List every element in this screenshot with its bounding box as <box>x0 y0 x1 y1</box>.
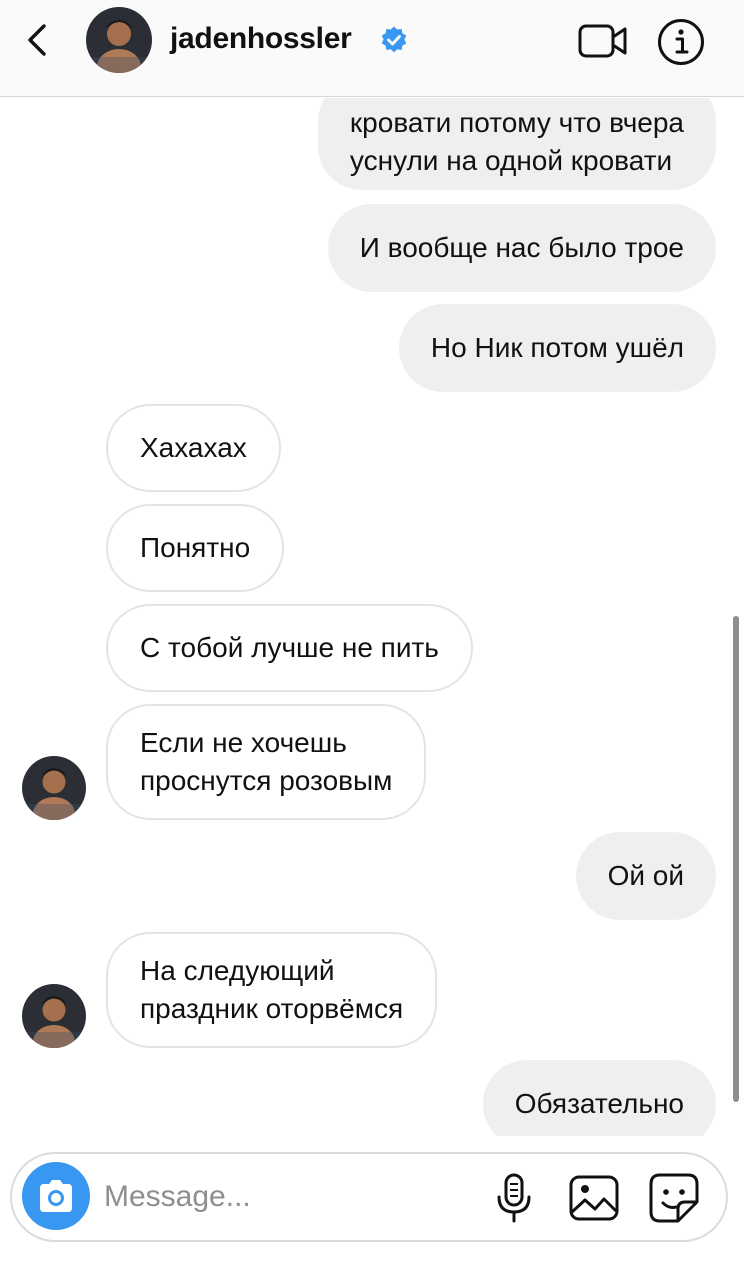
message-text: Понятно <box>140 532 251 563</box>
chat-username[interactable]: jadenhossler <box>170 22 352 56</box>
message-text: Если не хочешь <box>140 727 347 758</box>
sender-avatar[interactable] <box>22 756 86 820</box>
voice-message-button[interactable] <box>494 1172 534 1224</box>
message-bubble-incoming[interactable]: С тобой лучше не пить <box>106 604 473 692</box>
message-bubble-outgoing[interactable]: кровати потому что вчера уснули на одной… <box>317 98 716 190</box>
message-bubble-incoming[interactable]: Если не хочешь проснутся розовым <box>106 704 427 820</box>
message-text: Но Ник потом ушёл <box>430 332 684 363</box>
message-bubble-incoming[interactable]: На следующий праздник оторвёмся <box>106 932 438 1048</box>
chevron-left-icon <box>28 24 46 56</box>
gallery-button[interactable] <box>568 1172 620 1224</box>
message-text: И вообще нас было трое <box>359 232 684 263</box>
message-input[interactable] <box>104 1172 484 1222</box>
video-call-button[interactable] <box>577 22 629 60</box>
message-text: Обязательно <box>514 1088 684 1119</box>
verified-badge-icon <box>380 26 408 54</box>
scrollbar[interactable] <box>733 616 739 1102</box>
message-text: С тобой лучше не пить <box>140 632 439 663</box>
sender-avatar[interactable] <box>22 984 86 1048</box>
message-bubble-outgoing[interactable]: Обязательно <box>482 1060 716 1136</box>
info-button[interactable] <box>657 18 705 66</box>
info-icon <box>658 19 704 65</box>
gallery-icon <box>569 1175 619 1221</box>
header-avatar[interactable] <box>86 7 152 73</box>
message-text: На следующий <box>140 955 335 986</box>
video-camera-icon <box>578 24 627 58</box>
message-bubble-outgoing[interactable]: Ой ой <box>575 832 716 920</box>
message-text: проснутся розовым <box>140 765 393 796</box>
camera-icon <box>40 1180 72 1212</box>
sticker-button[interactable] <box>648 1172 700 1224</box>
back-button[interactable] <box>22 20 56 60</box>
message-text: уснули на одной кровати <box>349 145 673 176</box>
message-thread[interactable]: кровати потому что вчера уснули на одной… <box>0 98 744 1136</box>
message-text: кровати потому что вчера <box>349 107 684 138</box>
message-text: праздник оторвёмся <box>140 993 404 1024</box>
message-composer <box>10 1152 728 1242</box>
sticker-icon <box>649 1173 699 1223</box>
message-bubble-incoming[interactable]: Понятно <box>106 504 285 592</box>
message-text: Ой ой <box>607 860 684 891</box>
microphone-icon <box>497 1173 531 1223</box>
message-text: Хахахах <box>140 432 247 463</box>
message-bubble-incoming[interactable]: Хахахах <box>106 404 281 492</box>
camera-button[interactable] <box>22 1162 90 1230</box>
message-bubble-outgoing[interactable]: Но Ник потом ушёл <box>398 304 716 392</box>
message-bubble-outgoing[interactable]: И вообще нас было трое <box>327 204 716 292</box>
chat-header: jadenhossler <box>0 0 744 97</box>
